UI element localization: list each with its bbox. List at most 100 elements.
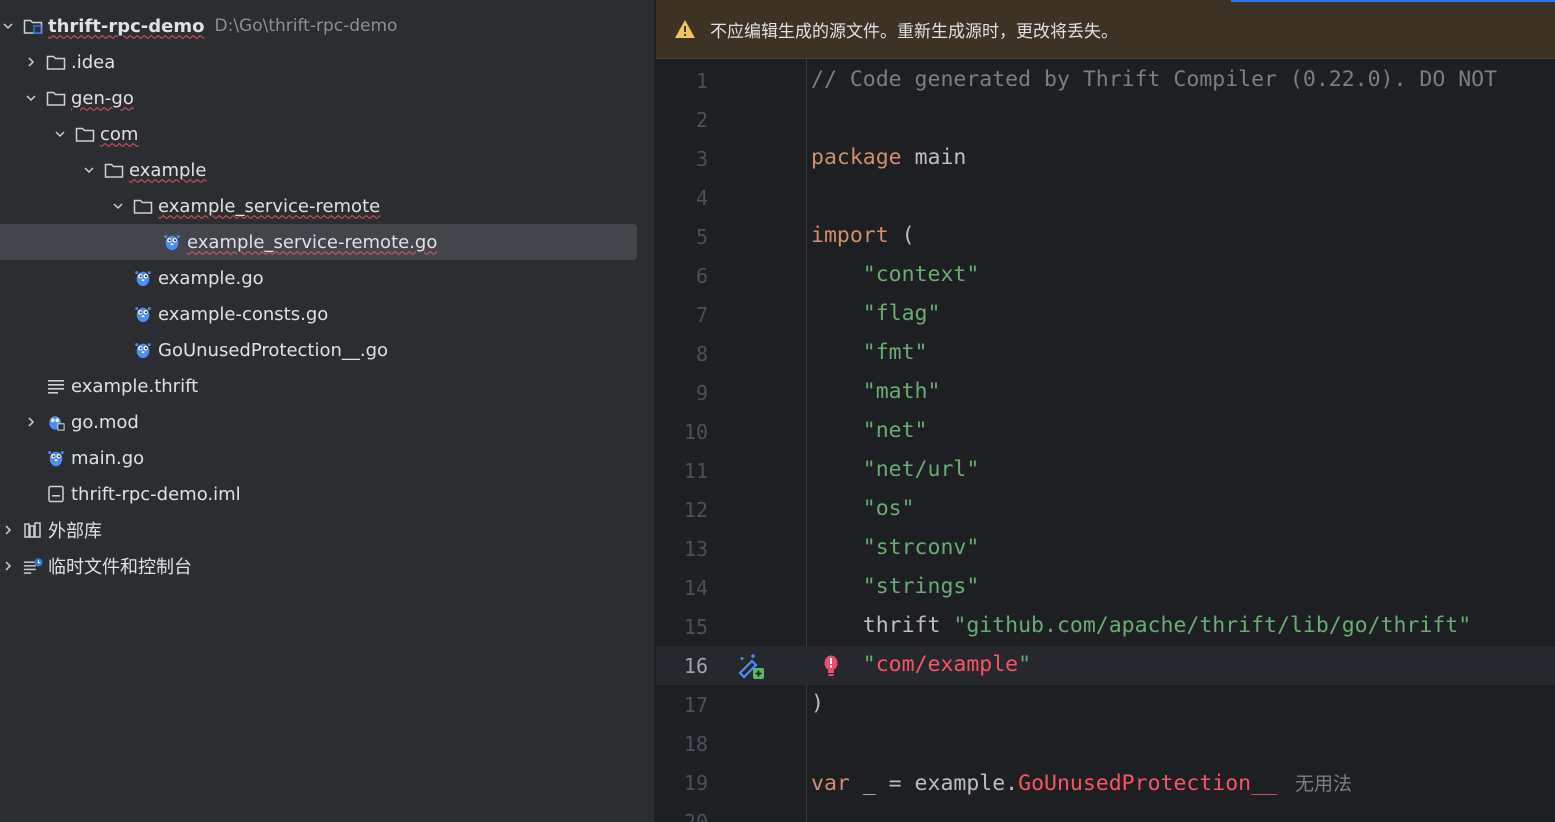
code-line[interactable]: 2 bbox=[656, 100, 1555, 139]
code-token: "github.com/apache/thrift/lib/go/thrift" bbox=[953, 613, 1472, 638]
code-line[interactable]: 19 var _ = example.GoUnusedProtection__ 无用… bbox=[656, 763, 1555, 802]
code-line[interactable]: 6 "context" bbox=[656, 256, 1555, 295]
chevron-down-icon[interactable] bbox=[52, 126, 68, 142]
code-line[interactable]: 9 "math" bbox=[656, 373, 1555, 412]
tree-item-label: example-consts.go bbox=[158, 303, 329, 325]
code-line[interactable]: 15 thrift "github.com/apache/thrift/lib/… bbox=[656, 607, 1555, 646]
tree-item[interactable]: gen-go bbox=[0, 80, 654, 116]
go-file-icon bbox=[132, 304, 154, 324]
generated-file-warning-banner: 不应编辑生成的源文件。重新生成源时，更改将丢失。 bbox=[656, 0, 1555, 59]
tree-item[interactable]: example.go bbox=[0, 260, 654, 296]
tree-item-label: com bbox=[100, 123, 139, 145]
line-number[interactable]: 13 bbox=[656, 537, 708, 561]
code-token: main bbox=[914, 145, 967, 170]
code-line[interactable]: 1 // Code generated by Thrift Compiler (0… bbox=[656, 61, 1555, 100]
chevron-down-icon[interactable] bbox=[81, 162, 97, 178]
tree-item[interactable]: example bbox=[0, 152, 654, 188]
tree-item[interactable]: example-consts.go bbox=[0, 296, 654, 332]
code-line[interactable]: 17) bbox=[656, 685, 1555, 724]
iml-file-icon bbox=[45, 484, 67, 504]
code-line[interactable]: 3 package main bbox=[656, 139, 1555, 178]
add-dependency-icon[interactable] bbox=[736, 651, 766, 681]
chevron-down-icon[interactable] bbox=[110, 198, 126, 214]
tree-item-root[interactable]: thrift-rpc-demo D:\Go\thrift-rpc-demo bbox=[0, 8, 654, 44]
tree-item-label: example.go bbox=[158, 267, 264, 289]
code-token: "net" bbox=[811, 418, 928, 443]
line-number[interactable]: 15 bbox=[656, 615, 708, 639]
go-file-icon bbox=[161, 232, 183, 252]
line-number[interactable]: 20 bbox=[656, 810, 708, 822]
line-number[interactable]: 2 bbox=[656, 108, 708, 132]
code-line[interactable]: 7 "flag" bbox=[656, 295, 1555, 334]
folder-icon bbox=[74, 124, 96, 144]
line-number[interactable]: 9 bbox=[656, 381, 708, 405]
code-token: "math" bbox=[811, 379, 941, 404]
line-number[interactable]: 11 bbox=[656, 459, 708, 483]
code-text: package main bbox=[811, 145, 966, 170]
tree-item-label: main.go bbox=[71, 447, 145, 469]
module-folder-icon bbox=[22, 16, 44, 36]
active-tab-indicator bbox=[1231, 0, 1555, 2]
code-line[interactable]: 13 "strconv" bbox=[656, 529, 1555, 568]
tree-item[interactable]: 临时文件和控制台 bbox=[0, 548, 654, 584]
tree-item[interactable]: 外部库 bbox=[0, 512, 654, 548]
chevron-right-icon[interactable] bbox=[23, 54, 39, 70]
code-token: "os" bbox=[811, 496, 915, 521]
tree-item[interactable]: main.go bbox=[0, 440, 654, 476]
tree-item-label: GoUnusedProtection__.go bbox=[158, 339, 389, 361]
code-line[interactable]: 11 "net/url" bbox=[656, 451, 1555, 490]
chevron-right-icon[interactable] bbox=[23, 414, 39, 430]
tree-item[interactable]: example.thrift bbox=[0, 368, 654, 404]
code-text: "com/example" bbox=[811, 652, 1031, 677]
code-token: "net/url" bbox=[811, 457, 980, 482]
line-number[interactable]: 17 bbox=[656, 693, 708, 717]
tree-item-label: example.thrift bbox=[71, 375, 199, 397]
tree-item-label: example_service-remote.go bbox=[187, 231, 438, 253]
line-number[interactable]: 7 bbox=[656, 303, 708, 327]
chevron-right-icon[interactable] bbox=[0, 558, 16, 574]
code-line[interactable]: 14 "strings" bbox=[656, 568, 1555, 607]
code-text: ) bbox=[811, 691, 824, 716]
code-line[interactable]: 18 bbox=[656, 724, 1555, 763]
tree-item[interactable]: thrift-rpc-demo.iml bbox=[0, 476, 654, 512]
line-number[interactable]: 3 bbox=[656, 147, 708, 171]
code-line[interactable]: 12 "os" bbox=[656, 490, 1555, 529]
chevron-down-icon[interactable] bbox=[23, 90, 39, 106]
code-text: "strings" bbox=[811, 574, 980, 599]
code-line[interactable]: 5 import ( bbox=[656, 217, 1555, 256]
line-number[interactable]: 14 bbox=[656, 576, 708, 600]
line-number[interactable]: 16 bbox=[656, 654, 708, 678]
line-number[interactable]: 1 bbox=[656, 69, 708, 93]
tree-item-label: 外部库 bbox=[48, 521, 102, 542]
code-line[interactable]: 8 "fmt" bbox=[656, 334, 1555, 373]
code-editor[interactable]: 不应编辑生成的源文件。重新生成源时，更改将丢失。 1 // Code genera… bbox=[656, 0, 1555, 822]
tree-item[interactable]: go.mod bbox=[0, 404, 654, 440]
tree-item[interactable]: .idea bbox=[0, 44, 654, 80]
chevron-down-icon[interactable] bbox=[0, 18, 16, 34]
code-line[interactable]: 20 bbox=[656, 802, 1555, 822]
code-token: ( bbox=[901, 223, 915, 248]
tree-item[interactable]: com bbox=[0, 116, 654, 152]
code-line[interactable]: 16 "com/example" bbox=[656, 646, 1555, 685]
line-number[interactable]: 19 bbox=[656, 771, 708, 795]
chevron-right-icon[interactable] bbox=[0, 522, 16, 538]
line-number[interactable]: 10 bbox=[656, 420, 708, 444]
line-number[interactable]: 12 bbox=[656, 498, 708, 522]
code-text: "context" bbox=[811, 262, 980, 287]
line-number[interactable]: 5 bbox=[656, 225, 708, 249]
folder-icon bbox=[45, 88, 67, 108]
tree-item-label: example_service-remote bbox=[158, 195, 381, 217]
line-number[interactable]: 6 bbox=[656, 264, 708, 288]
line-number[interactable]: 4 bbox=[656, 186, 708, 210]
code-line[interactable]: 10 "net" bbox=[656, 412, 1555, 451]
line-number[interactable]: 18 bbox=[656, 732, 708, 756]
code-line[interactable]: 4 bbox=[656, 178, 1555, 217]
scratch-console-icon bbox=[22, 556, 44, 576]
library-icon bbox=[22, 520, 44, 540]
tree-item[interactable]: example_service-remote.go bbox=[0, 224, 654, 260]
tree-item[interactable]: GoUnusedProtection__.go bbox=[0, 332, 654, 368]
tree-item[interactable]: example_service-remote bbox=[0, 188, 654, 224]
line-number[interactable]: 8 bbox=[656, 342, 708, 366]
